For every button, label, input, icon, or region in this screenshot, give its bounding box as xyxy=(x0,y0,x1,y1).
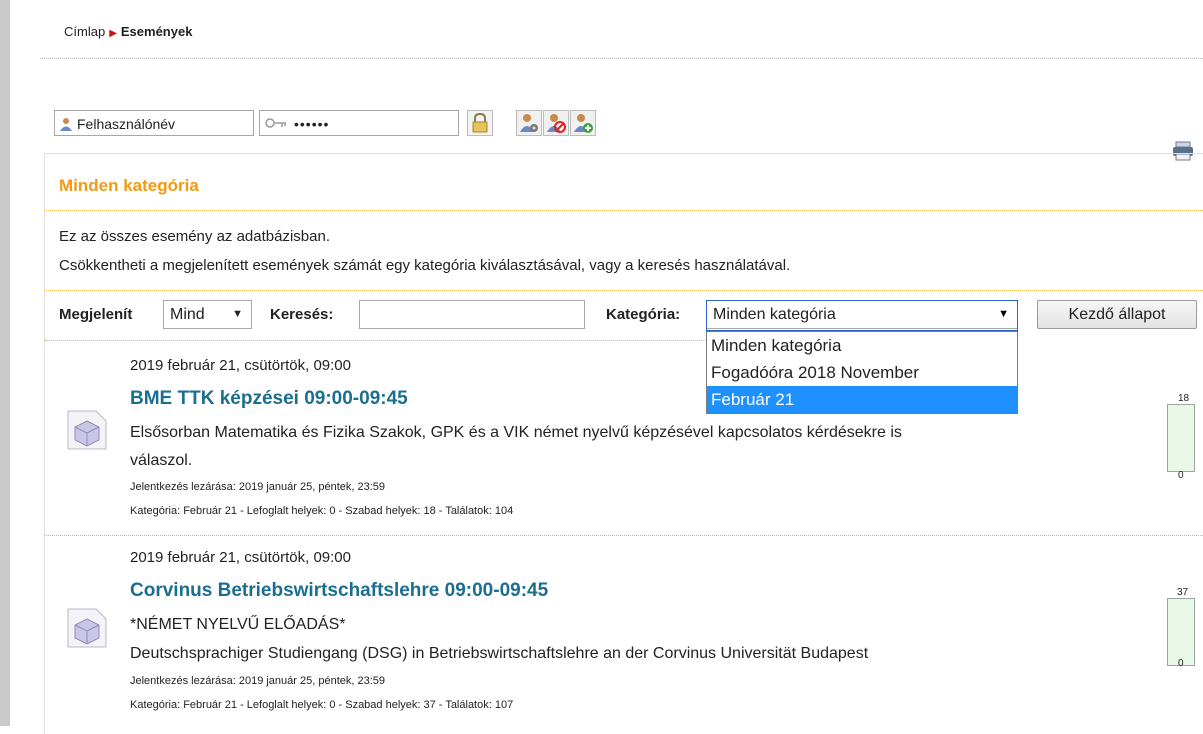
category-option[interactable]: Fogadóóra 2018 November xyxy=(707,359,1017,386)
password-field[interactable]: •••••• xyxy=(259,110,459,136)
event-meta: Kategória: Február 21 - Lefoglalt helyek… xyxy=(130,699,514,711)
event-title-link[interactable]: Corvinus Betriebswirtschaftslehre 09:00-… xyxy=(130,580,548,602)
event-title-link[interactable]: BME TTK képzései 09:00-09:45 xyxy=(130,388,408,410)
breadcrumb-arrow-icon: ▶ xyxy=(109,28,117,39)
header-divider xyxy=(40,58,1203,59)
login-lock-button[interactable] xyxy=(467,110,493,136)
description-divider xyxy=(44,290,1203,291)
username-field[interactable]: Felhasználónév xyxy=(54,110,254,136)
reset-button[interactable]: Kezdő állapot xyxy=(1037,300,1197,329)
category-divider xyxy=(44,210,1203,211)
breadcrumb-home-link[interactable]: Címlap xyxy=(64,24,105,39)
category-description-line1: Ez az összes esemény az adatbázisban. xyxy=(59,228,330,245)
username-placeholder: Felhasználónév xyxy=(77,116,176,132)
category-dropdown-list: Minden kategória Fogadóóra 2018 November… xyxy=(706,331,1018,414)
user-add-icon xyxy=(574,114,593,133)
event-meta: Kategória: Február 21 - Lefoglalt helyek… xyxy=(130,505,514,517)
capacity-max-label: 18 xyxy=(1178,393,1190,404)
capacity-bar xyxy=(1167,404,1195,472)
event-description-line1: Elsősorban Matematika és Fizika Szakok, … xyxy=(130,424,902,441)
event-cube-icon xyxy=(67,608,107,648)
register-button[interactable] xyxy=(570,110,596,136)
show-select[interactable]: Mind ▼ xyxy=(163,300,252,329)
category-option[interactable]: Minden kategória xyxy=(707,332,1017,359)
event-deadline: Jelentkezés lezárása: 2019 január 25, pé… xyxy=(130,675,386,687)
breadcrumb: Címlap ▶ Események xyxy=(64,24,192,39)
user-icon xyxy=(60,118,72,131)
show-label: Megjelenít xyxy=(59,306,133,323)
user-settings-button[interactable] xyxy=(516,110,542,136)
category-option-highlighted[interactable]: Február 21 xyxy=(707,386,1017,413)
event-divider xyxy=(44,535,1203,536)
category-label: Kategória: xyxy=(606,306,681,323)
dropdown-arrow-icon: ▼ xyxy=(998,308,1009,320)
search-label: Keresés: xyxy=(270,306,334,323)
event-date: 2019 február 21, csütörtök, 09:00 xyxy=(130,549,351,566)
category-select[interactable]: Minden kategória ▼ xyxy=(706,300,1018,329)
event-description-line2: válaszol. xyxy=(130,452,193,469)
user-forbidden-icon xyxy=(547,114,566,133)
user-gear-icon xyxy=(520,114,538,132)
search-input[interactable] xyxy=(359,300,585,329)
forgot-password-button[interactable] xyxy=(543,110,569,136)
breadcrumb-current: Események xyxy=(120,24,193,39)
event-description-line1: *NÉMET NYELVŰ ELŐADÁS* xyxy=(130,616,346,633)
event-cube-icon xyxy=(67,410,107,450)
key-icon xyxy=(265,118,286,128)
category-title: Minden kategória xyxy=(59,176,199,195)
category-description-line2: Csökkentheti a megjelenített események s… xyxy=(59,257,791,274)
event-date: 2019 február 21, csütörtök, 09:00 xyxy=(130,357,351,374)
dropdown-arrow-icon: ▼ xyxy=(232,308,243,320)
capacity-min-label: 0 xyxy=(1178,658,1184,669)
password-value: •••••• xyxy=(294,116,330,132)
capacity-max-label: 37 xyxy=(1177,587,1189,598)
left-edge-bar xyxy=(0,0,10,726)
capacity-bar xyxy=(1167,598,1195,666)
show-select-value: Mind xyxy=(170,306,205,323)
category-select-value: Minden kategória xyxy=(713,306,836,323)
filter-divider xyxy=(44,340,706,341)
event-deadline: Jelentkezés lezárása: 2019 január 25, pé… xyxy=(130,481,386,493)
capacity-min-label: 0 xyxy=(1178,470,1184,481)
padlock-icon xyxy=(472,112,488,133)
event-description-line2: Deutschsprachiger Studiengang (DSG) in B… xyxy=(130,645,869,662)
